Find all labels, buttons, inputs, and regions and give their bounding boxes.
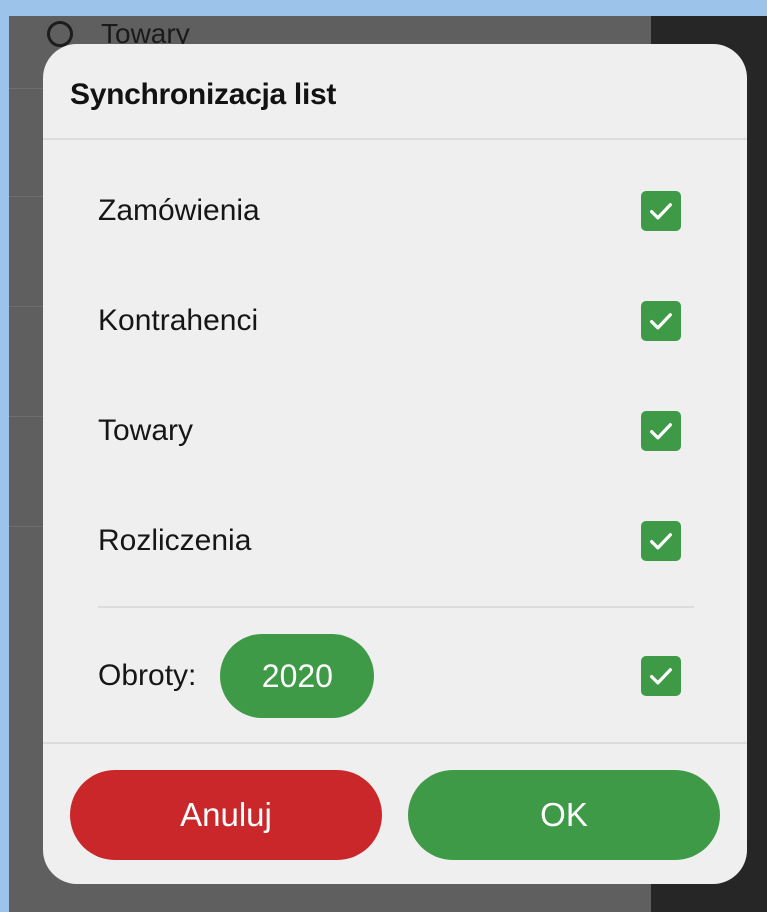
turnover-group: Obroty: 2020 xyxy=(98,634,375,718)
option-row-towary[interactable]: Towary xyxy=(98,401,681,461)
ok-button[interactable]: OK xyxy=(408,770,720,860)
check-icon xyxy=(650,313,672,330)
radio-icon xyxy=(47,21,73,47)
option-row-zamowienia[interactable]: Zamówienia xyxy=(98,181,681,241)
dialog-title: Synchronizacja list xyxy=(70,78,337,111)
sync-lists-dialog: Synchronizacja list Zamówienia Kontrahen… xyxy=(43,44,747,884)
option-row-kontrahenci[interactable]: Kontrahenci xyxy=(98,291,681,351)
option-label: Towary xyxy=(98,414,194,447)
turnover-label: Obroty: xyxy=(98,659,197,692)
title-divider xyxy=(43,138,747,140)
year-selector-button[interactable]: 2020 xyxy=(220,634,375,718)
cancel-button[interactable]: Anuluj xyxy=(70,770,382,860)
rozliczenia-checkbox[interactable] xyxy=(641,521,681,561)
check-icon xyxy=(650,533,672,550)
turnover-row: Obroty: 2020 xyxy=(98,634,681,718)
option-row-rozliczenia[interactable]: Rozliczenia xyxy=(98,511,681,571)
kontrahenci-checkbox[interactable] xyxy=(641,301,681,341)
turnover-checkbox[interactable] xyxy=(641,656,681,696)
zamowienia-checkbox[interactable] xyxy=(641,191,681,231)
option-label: Zamówienia xyxy=(98,194,260,227)
towary-checkbox[interactable] xyxy=(641,411,681,451)
options-divider xyxy=(98,606,694,608)
check-icon xyxy=(650,423,672,440)
check-icon xyxy=(650,203,672,220)
check-icon xyxy=(650,668,672,685)
footer-divider xyxy=(43,742,747,744)
option-label: Rozliczenia xyxy=(98,524,252,557)
option-label: Kontrahenci xyxy=(98,304,259,337)
